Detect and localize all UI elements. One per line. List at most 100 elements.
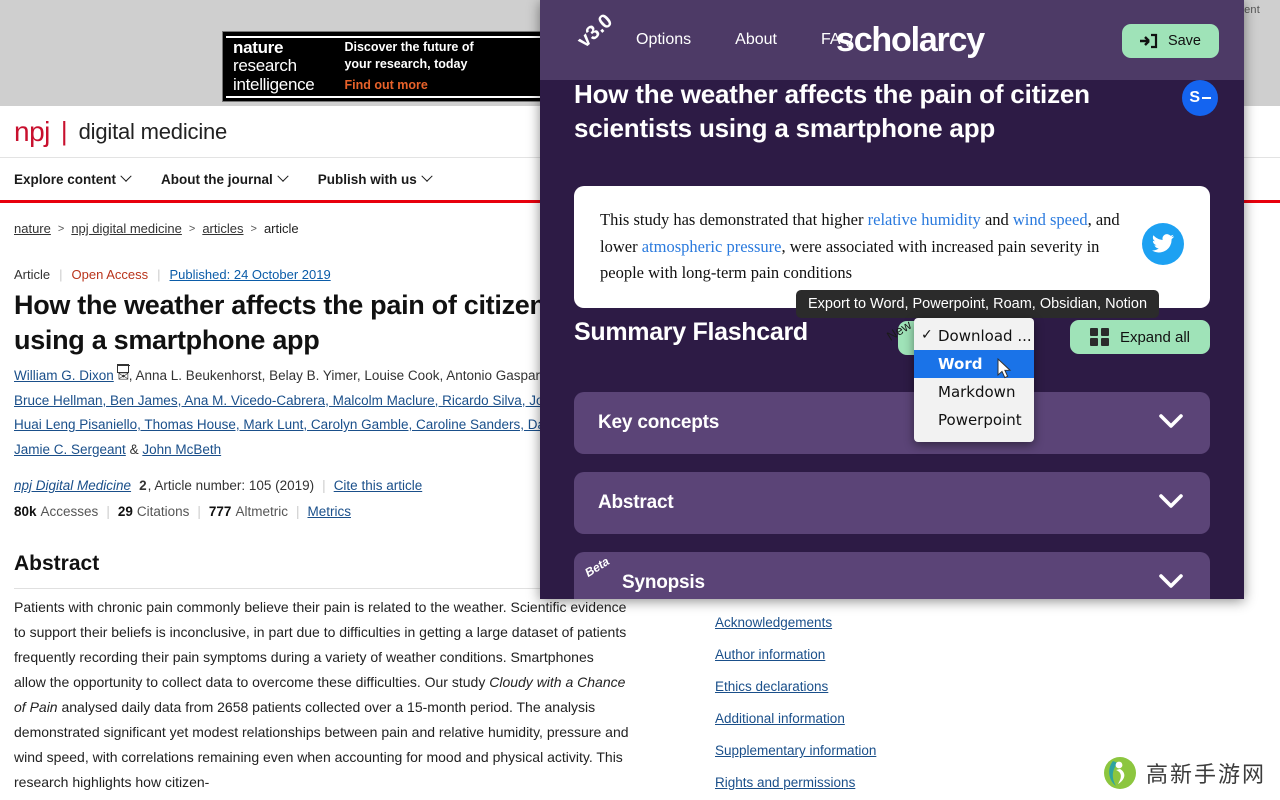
ad-brand-line1: nature	[233, 37, 284, 57]
ad-brand-line2: research	[233, 56, 297, 76]
authors-line2[interactable]: Bruce Hellman, Ben James, Ana M. Vicedo-…	[14, 393, 571, 408]
accordion-abstract[interactable]: Abstract	[574, 472, 1210, 534]
breadcrumb-item-current: article	[263, 221, 299, 236]
accordion-synopsis[interactable]: Beta Synopsis	[574, 552, 1210, 599]
citation-volume: 2	[139, 478, 147, 493]
nav-about[interactable]: About	[735, 31, 777, 49]
watermark: 高新手游网	[1103, 756, 1266, 790]
kt-highlight-humidity[interactable]: relative humidity	[868, 210, 981, 229]
breadcrumb-separator: >	[57, 222, 65, 235]
breadcrumb-item-journal[interactable]: npj digital medicine	[71, 221, 182, 236]
citation-journal[interactable]: npj Digital Medicine	[14, 478, 131, 493]
article-section-links: Acknowledgements Author information Ethi…	[715, 615, 1015, 790]
chevron-down-icon	[120, 170, 132, 182]
new-badge: New	[884, 317, 915, 344]
expand-all-label: Expand all	[1119, 328, 1190, 346]
chevron-down-icon	[1158, 492, 1184, 515]
ad-copy: Discover the future of your research, to…	[344, 39, 473, 95]
export-tooltip: Export to Word, Powerpoint, Roam, Obsidi…	[796, 290, 1160, 318]
side-link-supplementary-information[interactable]: Supplementary information	[715, 743, 1015, 758]
beta-badge: Beta	[582, 554, 612, 580]
version-badge: v3.0	[573, 9, 617, 53]
meta-divider: |	[157, 267, 161, 282]
side-link-ethics-declarations[interactable]: Ethics declarations	[715, 679, 1015, 694]
citations-value: 29	[117, 504, 133, 519]
ad-cta-link[interactable]: Find out more	[344, 77, 473, 94]
metrics-link[interactable]: Metrics	[307, 504, 351, 519]
published-date[interactable]: Published: 24 October 2019	[170, 267, 331, 282]
accordion-key-concepts[interactable]: Key concepts	[574, 392, 1210, 454]
nav-label: Explore content	[14, 171, 117, 187]
author-link-sergeant[interactable]: Jamie C. Sergeant	[14, 442, 126, 457]
accordion-label: Key concepts	[598, 412, 720, 433]
breadcrumb: nature > npj digital medicine > articles…	[14, 221, 299, 236]
meta-divider: |	[106, 504, 110, 519]
scholarcy-s-badge-icon[interactable]: S	[1182, 80, 1218, 116]
breadcrumb-item-nature[interactable]: nature	[14, 221, 51, 236]
summary-flashcard-header: Summary Flashcard New Expand all	[574, 317, 1210, 355]
authors-line3[interactable]: Huai Leng Pisaniello, Thomas House, Mark…	[14, 417, 576, 432]
kt-highlight-pressure[interactable]: atmospheric pressure	[642, 237, 782, 256]
article-type: Article	[14, 267, 51, 282]
chevron-down-icon	[277, 170, 289, 182]
dropdown-item-markdown[interactable]: Markdown	[914, 378, 1034, 406]
logo-divider: |	[60, 116, 68, 146]
kt-part-1: This study has demonstrated that higher	[600, 210, 868, 229]
scholarcy-panel: v3.0 Options About FAQ scholarcy Save Ho…	[540, 0, 1244, 599]
ad-brand-line3: intelligence	[233, 74, 315, 94]
accesses-value: 80k	[14, 504, 37, 519]
expand-all-button[interactable]: Expand all	[1070, 320, 1210, 354]
meta-divider: |	[322, 478, 326, 493]
citations-label: Citations	[136, 504, 190, 519]
kt-part-2: and	[980, 210, 1013, 229]
metrics-line: 80k Accesses | 29 Citations | 777 Altmet…	[14, 504, 351, 519]
nav-options[interactable]: Options	[636, 31, 691, 49]
dropdown-item-download[interactable]: Download ...	[914, 322, 1034, 350]
citation-line: npj Digital Medicine 2 , Article number:…	[14, 478, 422, 493]
journal-name[interactable]: digital medicine	[79, 119, 228, 145]
author-link-mcbeth[interactable]: John McBeth	[142, 442, 221, 457]
download-format-dropdown[interactable]: Download ... Word Markdown Powerpoint	[914, 318, 1034, 442]
side-link-rights-and-permissions[interactable]: Rights and permissions	[715, 775, 1015, 790]
chevron-down-icon	[1158, 572, 1184, 595]
abstract-heading: Abstract	[14, 552, 100, 575]
dropdown-item-powerpoint[interactable]: Powerpoint	[914, 406, 1034, 434]
dropdown-item-word[interactable]: Word	[914, 350, 1034, 378]
cite-this-article-link[interactable]: Cite this article	[334, 478, 423, 493]
key-takeaway-text: This study has demonstrated that higher …	[600, 207, 1128, 287]
envelope-icon[interactable]	[116, 364, 130, 373]
screenshot-root: Advertisement nature research intelligen…	[0, 0, 1280, 800]
meta-divider: |	[295, 504, 300, 519]
npj-logo[interactable]: npj	[14, 116, 50, 148]
citation-rest: , Article number: 105 (2019)	[147, 478, 315, 493]
nav-about-the-journal[interactable]: About the journal	[161, 170, 289, 187]
altmetric-value: 777	[208, 504, 232, 519]
twitter-icon	[1152, 234, 1174, 253]
chevron-down-icon	[421, 170, 433, 182]
nav-explore-content[interactable]: Explore content	[14, 170, 132, 187]
accordion-label: Synopsis	[622, 572, 705, 593]
s-badge-underscore	[1201, 96, 1211, 100]
breadcrumb-item-articles[interactable]: articles	[202, 221, 243, 236]
author-link[interactable]: William G. Dixon	[14, 368, 114, 383]
watermark-text: 高新手游网	[1145, 763, 1266, 788]
accesses-label: Accesses	[40, 504, 99, 519]
authors-rest: , Anna L. Beukenhorst, Belay B. Yimer, L…	[128, 368, 562, 383]
abstract-text: Patients with chronic pain commonly beli…	[14, 595, 629, 795]
breadcrumb-separator: >	[188, 222, 196, 235]
side-link-author-information[interactable]: Author information	[715, 647, 1015, 662]
save-button[interactable]: Save	[1121, 24, 1219, 58]
altmetric-label: Altmetric	[235, 504, 288, 519]
kt-highlight-wind-speed[interactable]: wind speed	[1013, 210, 1088, 229]
save-label: Save	[1167, 33, 1201, 49]
nav-publish-with-us[interactable]: Publish with us	[318, 170, 433, 187]
open-access-badge: Open Access	[71, 267, 149, 282]
article-meta: Article | Open Access | Published: 24 Oc…	[14, 267, 331, 282]
nav-faq[interactable]: FAQ	[821, 31, 853, 49]
meta-divider: |	[197, 504, 201, 519]
authors-ampersand: &	[125, 441, 143, 457]
twitter-share-button[interactable]	[1142, 223, 1184, 265]
section-title: Summary Flashcard	[574, 318, 808, 346]
side-link-acknowledgements[interactable]: Acknowledgements	[715, 615, 1015, 630]
side-link-additional-information[interactable]: Additional information	[715, 711, 1015, 726]
